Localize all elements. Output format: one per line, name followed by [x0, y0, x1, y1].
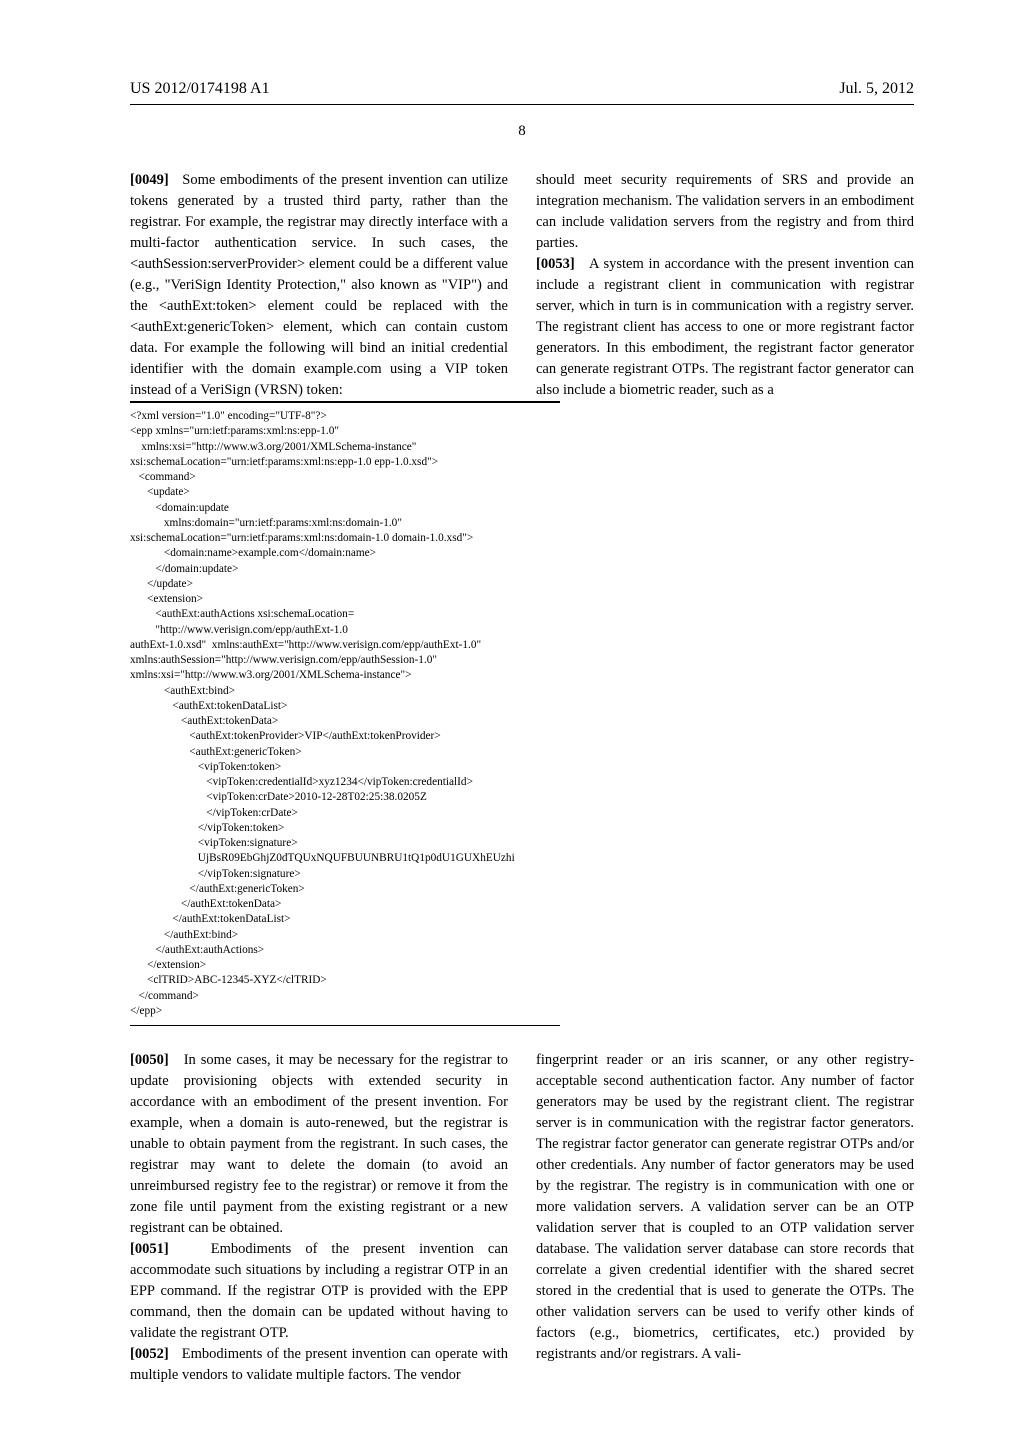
para-text-0053: A system in accordance with the present … [536, 256, 914, 398]
paragraph-0052-cont: should meet security requirements of SRS… [536, 170, 914, 254]
top-columns: [0049] Some embodiments of the present i… [130, 170, 914, 401]
para-num-0053: [0053] [536, 256, 575, 272]
bottom-left-column: [0050] In some cases, it may be necessar… [130, 1050, 508, 1386]
xml-code-block: <?xml version="1.0" encoding="UTF-8"?> <… [130, 401, 560, 1026]
paragraph-0052: [0052] Embodiments of the present invent… [130, 1344, 508, 1386]
code-top-rule [130, 401, 560, 403]
para-num-0052: [0052] [130, 1346, 169, 1362]
code-bottom-rule [130, 1025, 560, 1026]
header-rule [130, 104, 914, 105]
para-num-0049: [0049] [130, 172, 169, 188]
bottom-right-column: fingerprint reader or an iris scanner, o… [536, 1050, 914, 1386]
paragraph-0053: [0053] A system in accordance with the p… [536, 254, 914, 401]
paragraph-0049: [0049] Some embodiments of the present i… [130, 170, 508, 401]
para-num-0051: [0051] [130, 1241, 169, 1257]
xml-code-content: <?xml version="1.0" encoding="UTF-8"?> <… [130, 409, 560, 1019]
para-text-0050: In some cases, it may be necessary for t… [130, 1052, 508, 1236]
top-right-column: should meet security requirements of SRS… [536, 170, 914, 401]
publication-date: Jul. 5, 2012 [839, 80, 914, 98]
paragraph-0053-cont: fingerprint reader or an iris scanner, o… [536, 1050, 914, 1365]
page-number: 8 [130, 123, 914, 140]
top-left-column: [0049] Some embodiments of the present i… [130, 170, 508, 401]
para-num-0050: [0050] [130, 1052, 169, 1068]
publication-number: US 2012/0174198 A1 [130, 80, 270, 98]
paragraph-0051: [0051] Embodiments of the present invent… [130, 1239, 508, 1344]
para-text-0049: Some embodiments of the present inventio… [130, 172, 508, 398]
para-text-0052: Embodiments of the present invention can… [130, 1346, 508, 1383]
bottom-columns: [0050] In some cases, it may be necessar… [130, 1050, 914, 1386]
paragraph-0050: [0050] In some cases, it may be necessar… [130, 1050, 508, 1239]
para-text-0051: Embodiments of the present invention can… [130, 1241, 508, 1341]
page-header: US 2012/0174198 A1 Jul. 5, 2012 [130, 80, 914, 98]
